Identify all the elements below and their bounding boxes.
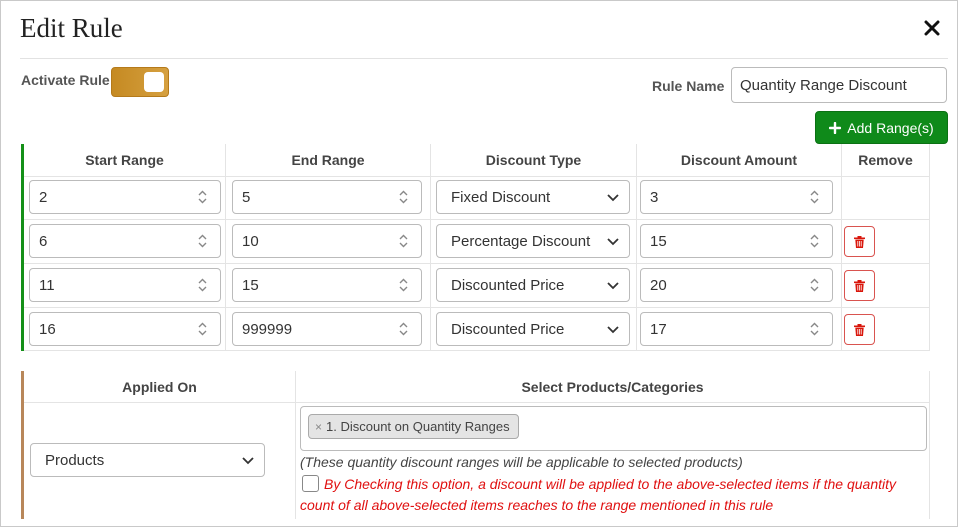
grid-line — [24, 350, 929, 351]
remove-range-button[interactable] — [844, 226, 875, 257]
discount-amount-input[interactable]: 15 — [640, 224, 833, 258]
chip-label: 1. Discount on Quantity Ranges — [326, 419, 510, 434]
spinner-icon[interactable] — [397, 189, 410, 205]
start-range-value: 16 — [39, 320, 56, 338]
checkbox-label: By Checking this option, a discount will… — [300, 476, 896, 513]
remove-range-button[interactable] — [844, 314, 875, 345]
discount-amount-input[interactable]: 17 — [640, 312, 833, 346]
close-button[interactable] — [919, 15, 945, 41]
discount-type-value: Fixed Discount — [451, 188, 551, 206]
activate-rule-toggle[interactable] — [111, 67, 169, 97]
discount-amount-input[interactable]: 3 — [640, 180, 833, 214]
applied-on-select[interactable]: Products — [30, 443, 265, 477]
spinner-icon[interactable] — [397, 321, 410, 337]
grid-line — [929, 144, 930, 351]
add-range-button[interactable]: Add Range(s) — [815, 111, 948, 144]
edit-rule-modal: Edit Rule Activate Rule Rule Name Add Ra… — [0, 0, 958, 527]
discount-amount-value: 20 — [650, 276, 667, 294]
discount-type-select[interactable]: Discounted Price — [436, 268, 630, 302]
discount-type-value: Discounted Price — [451, 320, 565, 338]
applied-on-section: Applied On Select Products/Categories Pr… — [21, 371, 930, 519]
rule-name-input[interactable] — [731, 67, 947, 103]
grid-line — [24, 263, 929, 264]
chevron-down-icon — [607, 326, 619, 334]
chevron-down-icon — [242, 457, 254, 465]
end-range-input[interactable]: 999999 — [232, 312, 422, 346]
grid-line — [24, 176, 929, 177]
spinner-icon[interactable] — [196, 189, 209, 205]
header-applied-on: Applied On — [122, 378, 197, 395]
chevron-down-icon — [607, 194, 619, 202]
spinner-icon[interactable] — [397, 277, 410, 293]
discount-type-select[interactable]: Fixed Discount — [436, 180, 630, 214]
start-range-input[interactable]: 6 — [29, 224, 221, 258]
remove-range-button[interactable] — [844, 270, 875, 301]
trash-icon — [854, 235, 865, 248]
discount-amount-input[interactable]: 20 — [640, 268, 833, 302]
ranges-table: Start Range End Range Discount Type Disc… — [21, 144, 930, 351]
header-divider — [20, 58, 948, 59]
header-discount-amount: Discount Amount — [680, 152, 798, 168]
discount-type-select[interactable]: Percentage Discount — [436, 224, 630, 258]
chevron-down-icon — [607, 282, 619, 290]
applied-on-value: Products — [45, 451, 105, 469]
applicability-note: (These quantity discount ranges will be … — [300, 454, 743, 470]
trash-icon — [854, 323, 865, 336]
spinner-icon[interactable] — [808, 189, 821, 205]
selected-product-chip: × 1. Discount on Quantity Ranges — [308, 414, 519, 439]
spinner-icon[interactable] — [808, 233, 821, 249]
end-range-value: 15 — [242, 276, 259, 294]
end-range-value: 999999 — [242, 320, 293, 338]
spinner-icon[interactable] — [808, 277, 821, 293]
end-range-value: 5 — [242, 188, 251, 206]
chevron-down-icon — [607, 238, 619, 246]
header-start-range: Start Range — [85, 152, 164, 168]
end-range-input[interactable]: 5 — [232, 180, 422, 214]
grid-line — [295, 371, 296, 519]
plus-icon — [829, 121, 842, 134]
discount-amount-value: 15 — [650, 232, 667, 250]
rule-name-label: Rule Name — [652, 78, 725, 94]
end-range-input[interactable]: 10 — [232, 224, 422, 258]
activate-rule-label: Activate Rule — [21, 72, 110, 88]
start-range-value: 11 — [39, 276, 55, 294]
trash-icon — [854, 279, 865, 292]
discount-type-value: Percentage Discount — [451, 232, 591, 250]
spinner-icon[interactable] — [397, 233, 410, 249]
start-range-value: 6 — [39, 232, 48, 250]
spinner-icon[interactable] — [196, 321, 209, 337]
grid-line — [24, 402, 929, 403]
spinner-icon[interactable] — [196, 233, 209, 249]
discount-amount-value: 3 — [650, 188, 659, 206]
toggle-knob — [144, 72, 164, 92]
header-end-range: End Range — [291, 152, 365, 168]
close-icon — [924, 20, 940, 36]
products-multiselect[interactable]: × 1. Discount on Quantity Ranges — [300, 406, 927, 451]
add-range-label: Add Range(s) — [847, 119, 934, 136]
start-range-input[interactable]: 2 — [29, 180, 221, 214]
header-discount-type: Discount Type — [485, 152, 582, 168]
chip-remove-icon[interactable]: × — [315, 420, 322, 434]
modal-title: Edit Rule — [20, 13, 123, 43]
spinner-icon[interactable] — [196, 277, 209, 293]
apply-combined-checkbox[interactable] — [302, 475, 319, 492]
end-range-input[interactable]: 15 — [232, 268, 422, 302]
end-range-value: 10 — [242, 232, 259, 250]
header-remove: Remove — [858, 152, 913, 168]
discount-type-select[interactable]: Discounted Price — [436, 312, 630, 346]
spinner-icon[interactable] — [808, 321, 821, 337]
start-range-input[interactable]: 16 — [29, 312, 221, 346]
discount-type-value: Discounted Price — [451, 276, 565, 294]
grid-line — [24, 307, 929, 308]
header-select-products: Select Products/Categories — [521, 378, 704, 395]
discount-amount-value: 17 — [650, 320, 667, 338]
grid-line — [24, 219, 929, 220]
start-range-input[interactable]: 11 — [29, 268, 221, 302]
start-range-value: 2 — [39, 188, 48, 206]
